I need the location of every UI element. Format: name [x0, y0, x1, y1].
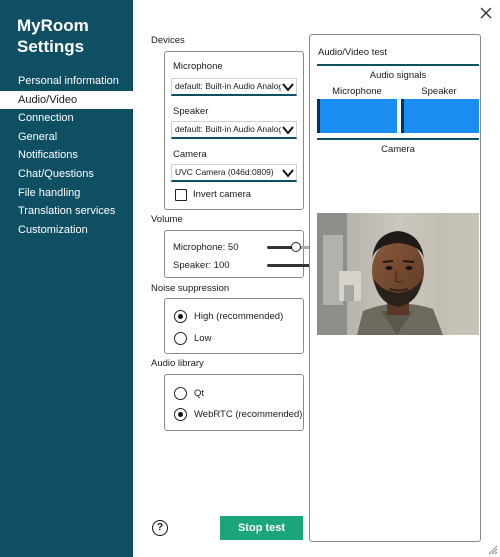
- speaker-select[interactable]: default: Built-in Audio Analog Stereo: [171, 121, 297, 139]
- chevron-down-icon: [282, 169, 294, 178]
- noise-low-radio[interactable]: [174, 332, 187, 345]
- audio-library-qt-label: Qt: [194, 388, 205, 399]
- devices-group: Microphone default: Built-in Audio Analo…: [164, 51, 304, 210]
- sidebar-item-audio-video[interactable]: Audio/Video: [0, 90, 133, 110]
- resize-grip-icon[interactable]: [488, 545, 498, 555]
- camera-label: Camera: [173, 149, 207, 160]
- close-icon[interactable]: [478, 5, 494, 21]
- sidebar: MyRoom Settings Personal information Aud…: [0, 0, 133, 557]
- sidebar-item-personal-information[interactable]: Personal information: [0, 72, 133, 91]
- noise-high-label: High (recommended): [194, 311, 284, 322]
- audio-video-test-panel: Audio/Video test Audio signals Microphon…: [309, 34, 481, 542]
- sidebar-item-customization[interactable]: Customization: [0, 221, 133, 240]
- noise-low-label: Low: [194, 333, 212, 344]
- sidebar-item-chat-questions[interactable]: Chat/Questions: [0, 165, 133, 184]
- audio-library-qt-radio[interactable]: [174, 387, 187, 400]
- audio-library-webrtc-label: WebRTC (recommended): [194, 409, 303, 420]
- divider: [317, 138, 479, 140]
- sidebar-item-notifications[interactable]: Notifications: [0, 146, 133, 165]
- noise-suppression-section-label: Noise suppression: [151, 283, 230, 294]
- app-title: MyRoom Settings: [17, 16, 89, 56]
- main-content: Devices Microphone default: Built-in Aud…: [133, 0, 500, 557]
- microphone-level-bar: [317, 99, 320, 133]
- volume-section-label: Volume: [151, 214, 183, 225]
- microphone-select-value: default: Built-in Audio Analog Stereo: [175, 81, 281, 91]
- invert-camera-label: Invert camera: [193, 189, 252, 200]
- audio-library-webrtc-radio[interactable]: [174, 408, 187, 421]
- camera-preview-image: [317, 213, 479, 335]
- sidebar-item-file-handling[interactable]: File handling: [0, 184, 133, 203]
- camera-select-value: UVC Camera (046d:0809): [175, 167, 274, 177]
- audio-library-group: Qt WebRTC (recommended): [164, 374, 304, 431]
- speaker-level-bar: [401, 99, 404, 133]
- speaker-label: Speaker: [173, 106, 209, 117]
- chevron-down-icon: [282, 126, 294, 135]
- camera-select[interactable]: UVC Camera (046d:0809): [171, 164, 297, 182]
- stop-test-button[interactable]: Stop test: [220, 516, 303, 540]
- speaker-level-meter: [401, 99, 479, 133]
- noise-high-radio[interactable]: [174, 310, 187, 323]
- audio-signals-label: Audio signals: [369, 70, 427, 81]
- slider-thumb[interactable]: [291, 242, 301, 252]
- speaker-meter-label: Speaker: [421, 86, 457, 97]
- speaker-volume-label: Speaker: 100: [173, 260, 230, 271]
- sidebar-item-general[interactable]: General: [0, 128, 133, 147]
- audio-library-section-label: Audio library: [151, 358, 204, 369]
- divider: [317, 64, 479, 66]
- speaker-select-value: default: Built-in Audio Analog Stereo: [175, 124, 281, 134]
- microphone-select[interactable]: default: Built-in Audio Analog Stereo: [171, 78, 297, 96]
- microphone-level-meter: [317, 99, 397, 133]
- sidebar-item-translation-services[interactable]: Translation services: [0, 202, 133, 221]
- devices-section-label: Devices: [151, 35, 185, 46]
- sidebar-nav: Personal information Audio/Video Connect…: [0, 72, 133, 239]
- microphone-meter-label: Microphone: [332, 86, 382, 97]
- av-test-title: Audio/Video test: [318, 47, 388, 58]
- invert-camera-checkbox[interactable]: [175, 189, 187, 201]
- camera-preview-label: Camera: [381, 144, 415, 155]
- volume-group: Microphone: 50 Speaker: 100: [164, 230, 325, 278]
- microphone-label: Microphone: [173, 61, 223, 72]
- camera-preview: [317, 213, 479, 335]
- sidebar-item-connection[interactable]: Connection: [0, 109, 133, 128]
- noise-suppression-group: High (recommended) Low: [164, 298, 304, 354]
- chevron-down-icon: [282, 83, 294, 92]
- help-icon[interactable]: ?: [152, 520, 168, 536]
- microphone-volume-label: Microphone: 50: [173, 242, 239, 253]
